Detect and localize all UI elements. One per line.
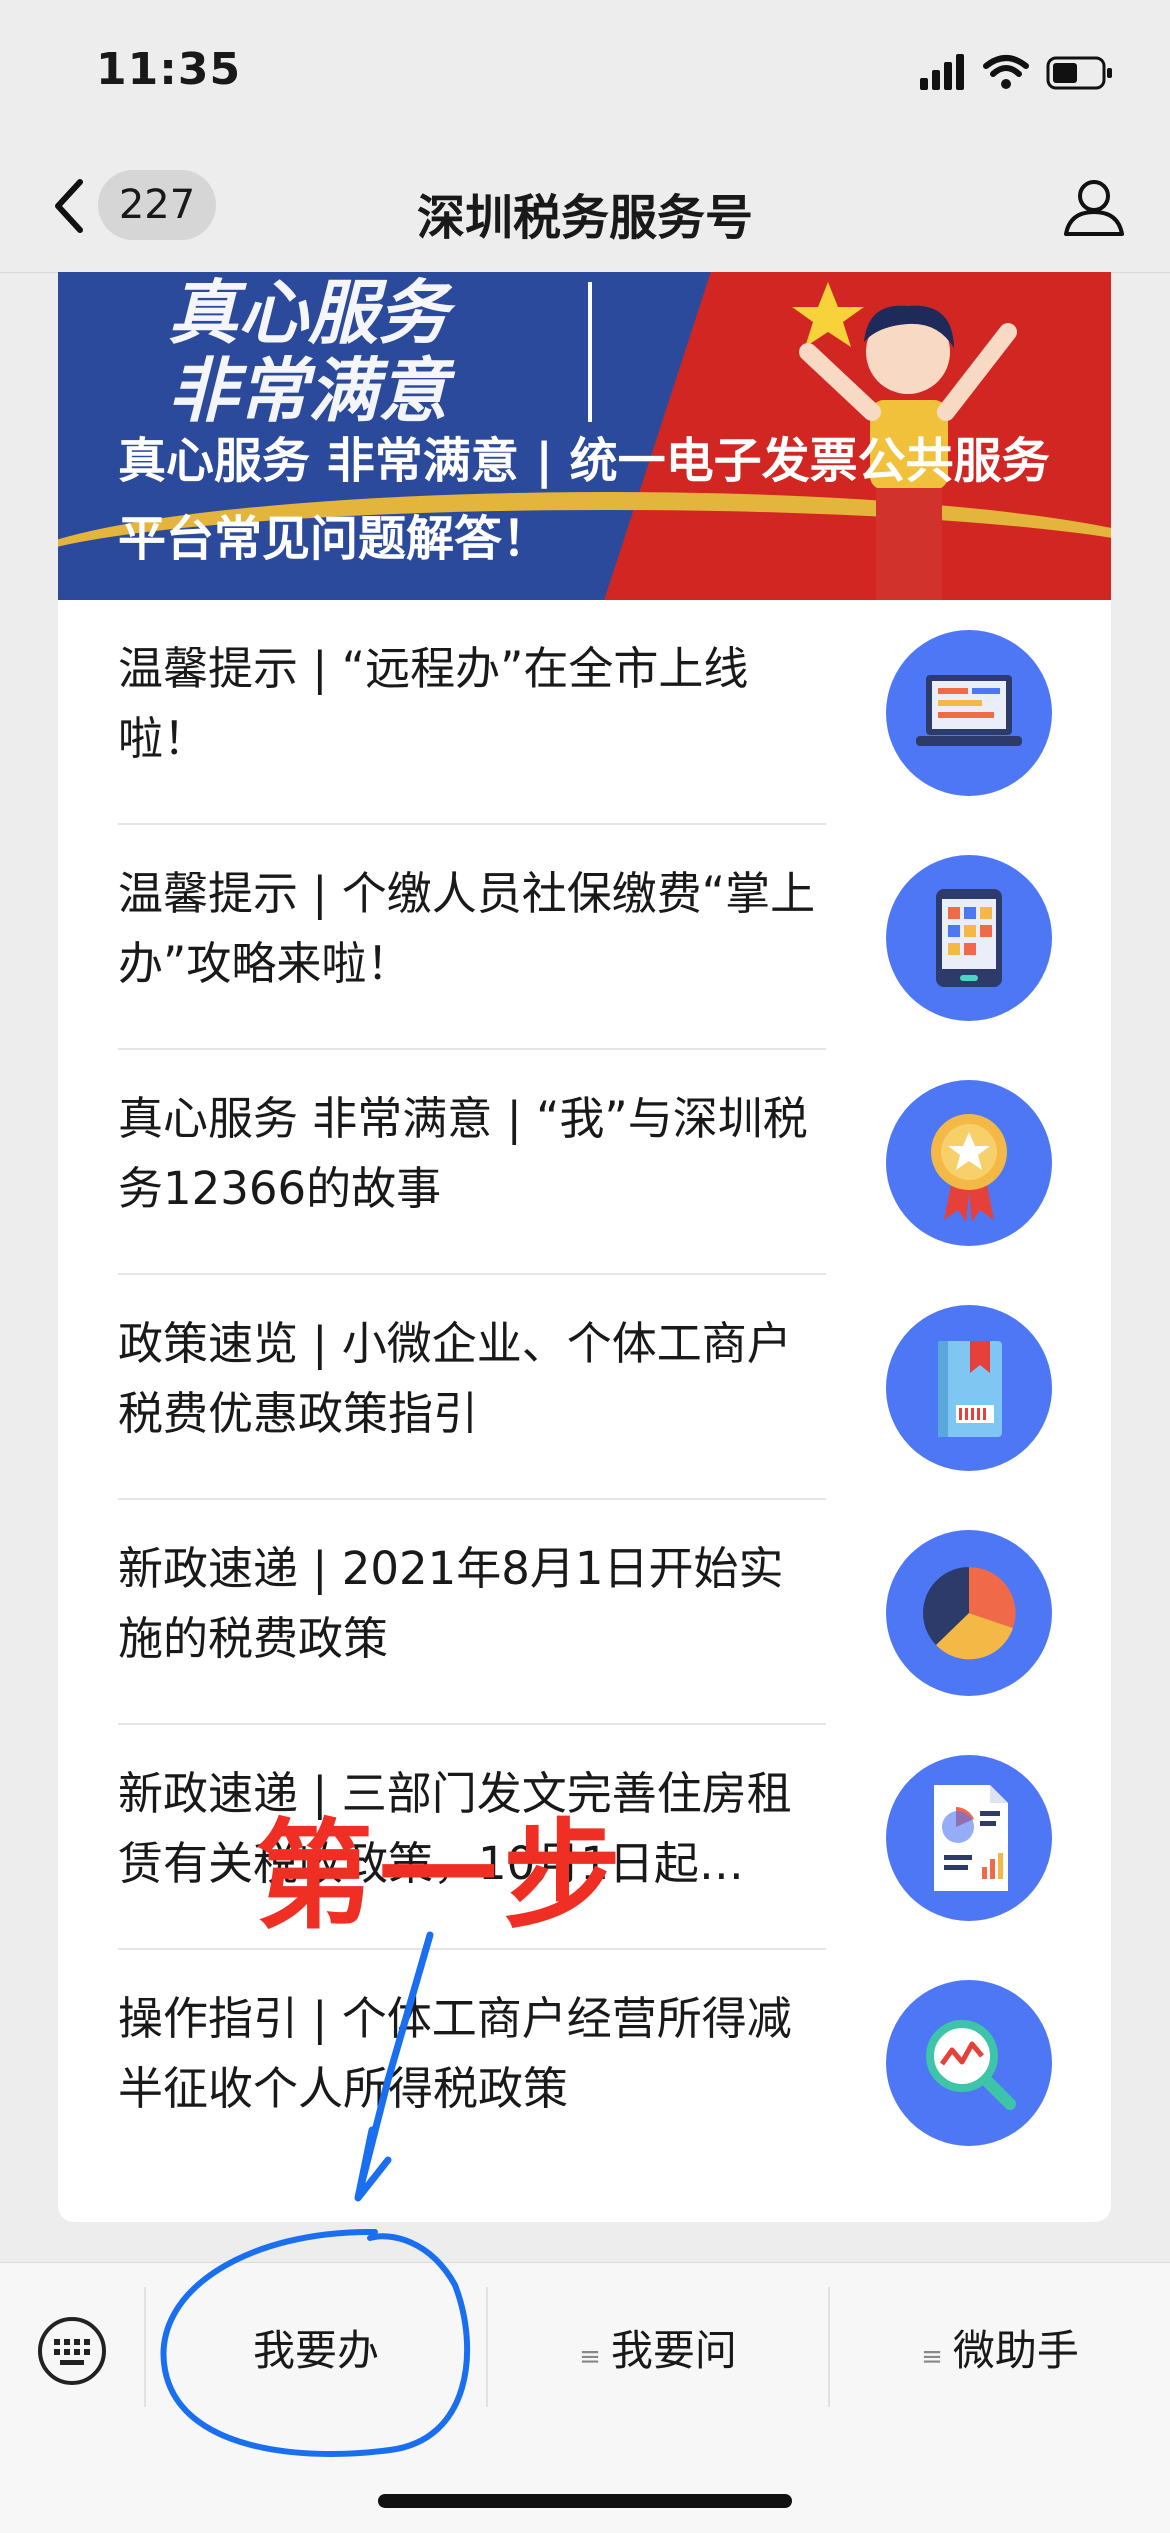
menu-item-label: 微助手 <box>952 2326 1079 2375</box>
status-time: 11:35 <box>96 44 242 95</box>
battery-icon <box>1046 56 1112 90</box>
article-title: 温馨提示 | 个缴人员社保缴费“掌上办”攻略来啦！ <box>118 867 816 990</box>
book-icon <box>886 1305 1052 1471</box>
list-item[interactable]: 新政速递 | 2021年8月1日开始实施的税费政策 <box>58 1500 1111 1725</box>
annotation-step-label: 第一步 <box>255 1807 628 1945</box>
article-title: 政策速览 | 小微企业、个体工商户税费优惠政策指引 <box>118 1317 792 1440</box>
menu-item-label: 我要办 <box>252 2326 379 2375</box>
menu-item-label: 我要问 <box>610 2326 737 2375</box>
status-bar: 11:35 <box>0 0 1170 140</box>
profile-icon[interactable] <box>1062 174 1126 238</box>
wifi-icon <box>983 55 1029 89</box>
article-title: 操作指引 | 个体工商户经营所得减半征收个人所得税政策 <box>118 1992 792 2115</box>
report-icon <box>886 1755 1052 1921</box>
cover-article-banner[interactable]: 真心服务 非常满意 真心服务 非常满意 | 统一电子发票公共服务平台常见问题解答… <box>58 272 1111 600</box>
list-item[interactable]: 温馨提示 | 个缴人员社保缴费“掌上办”攻略来啦！ <box>58 825 1111 1050</box>
article-title: 温馨提示 | “远程办”在全市上线啦！ <box>118 642 749 765</box>
tablet-icon <box>886 855 1052 1021</box>
keyboard-toggle-icon[interactable] <box>36 2315 108 2387</box>
laptop-icon <box>886 630 1052 796</box>
list-item[interactable]: 真心服务 非常满意 | “我”与深圳税务12366的故事 <box>58 1050 1111 1275</box>
banner-caption: 真心服务 非常满意 | 统一电子发票公共服务平台常见问题解答！ <box>118 433 1050 567</box>
list-item[interactable]: 温馨提示 | “远程办”在全市上线啦！ <box>58 600 1111 825</box>
status-icons <box>920 54 1112 90</box>
nav-bar: 227 深圳税务服务号 <box>0 140 1170 273</box>
menu-item-weizhushou[interactable]: ≡ 微助手 <box>830 2305 1170 2397</box>
submenu-lines-icon: ≡ <box>579 2342 601 2372</box>
menu-item-woyaoban[interactable]: 我要办 <box>146 2305 486 2397</box>
page-title: 深圳税务服务号 <box>416 190 753 246</box>
pie-chart-icon <box>886 1530 1052 1696</box>
article-title: 真心服务 非常满意 | “我”与深圳税务12366的故事 <box>118 1092 808 1215</box>
menu-item-woyaowen[interactable]: ≡ 我要问 <box>488 2305 828 2397</box>
banner-slogan-line2: 非常满意 <box>168 350 448 432</box>
list-item[interactable]: 政策速览 | 小微企业、个体工商户税费优惠政策指引 <box>58 1275 1111 1500</box>
magnifier-chart-icon <box>886 1980 1052 2146</box>
article-title: 新政速递 | 2021年8月1日开始实施的税费政策 <box>118 1542 784 1665</box>
submenu-lines-icon: ≡ <box>921 2342 943 2372</box>
banner-slogan-line1: 真心服务 <box>168 272 448 354</box>
cellular-signal-icon <box>920 54 964 90</box>
banner-divider <box>588 282 592 422</box>
list-item[interactable]: 操作指引 | 个体工商户经营所得减半征收个人所得税政策 <box>58 1950 1111 2175</box>
banner-slogan: 真心服务 非常满意 <box>168 274 448 430</box>
medal-icon <box>886 1080 1052 1246</box>
bottom-menu-bar: 我要办 ≡ 我要问 ≡ 微助手 <box>0 2262 1170 2533</box>
home-indicator <box>378 2494 792 2508</box>
